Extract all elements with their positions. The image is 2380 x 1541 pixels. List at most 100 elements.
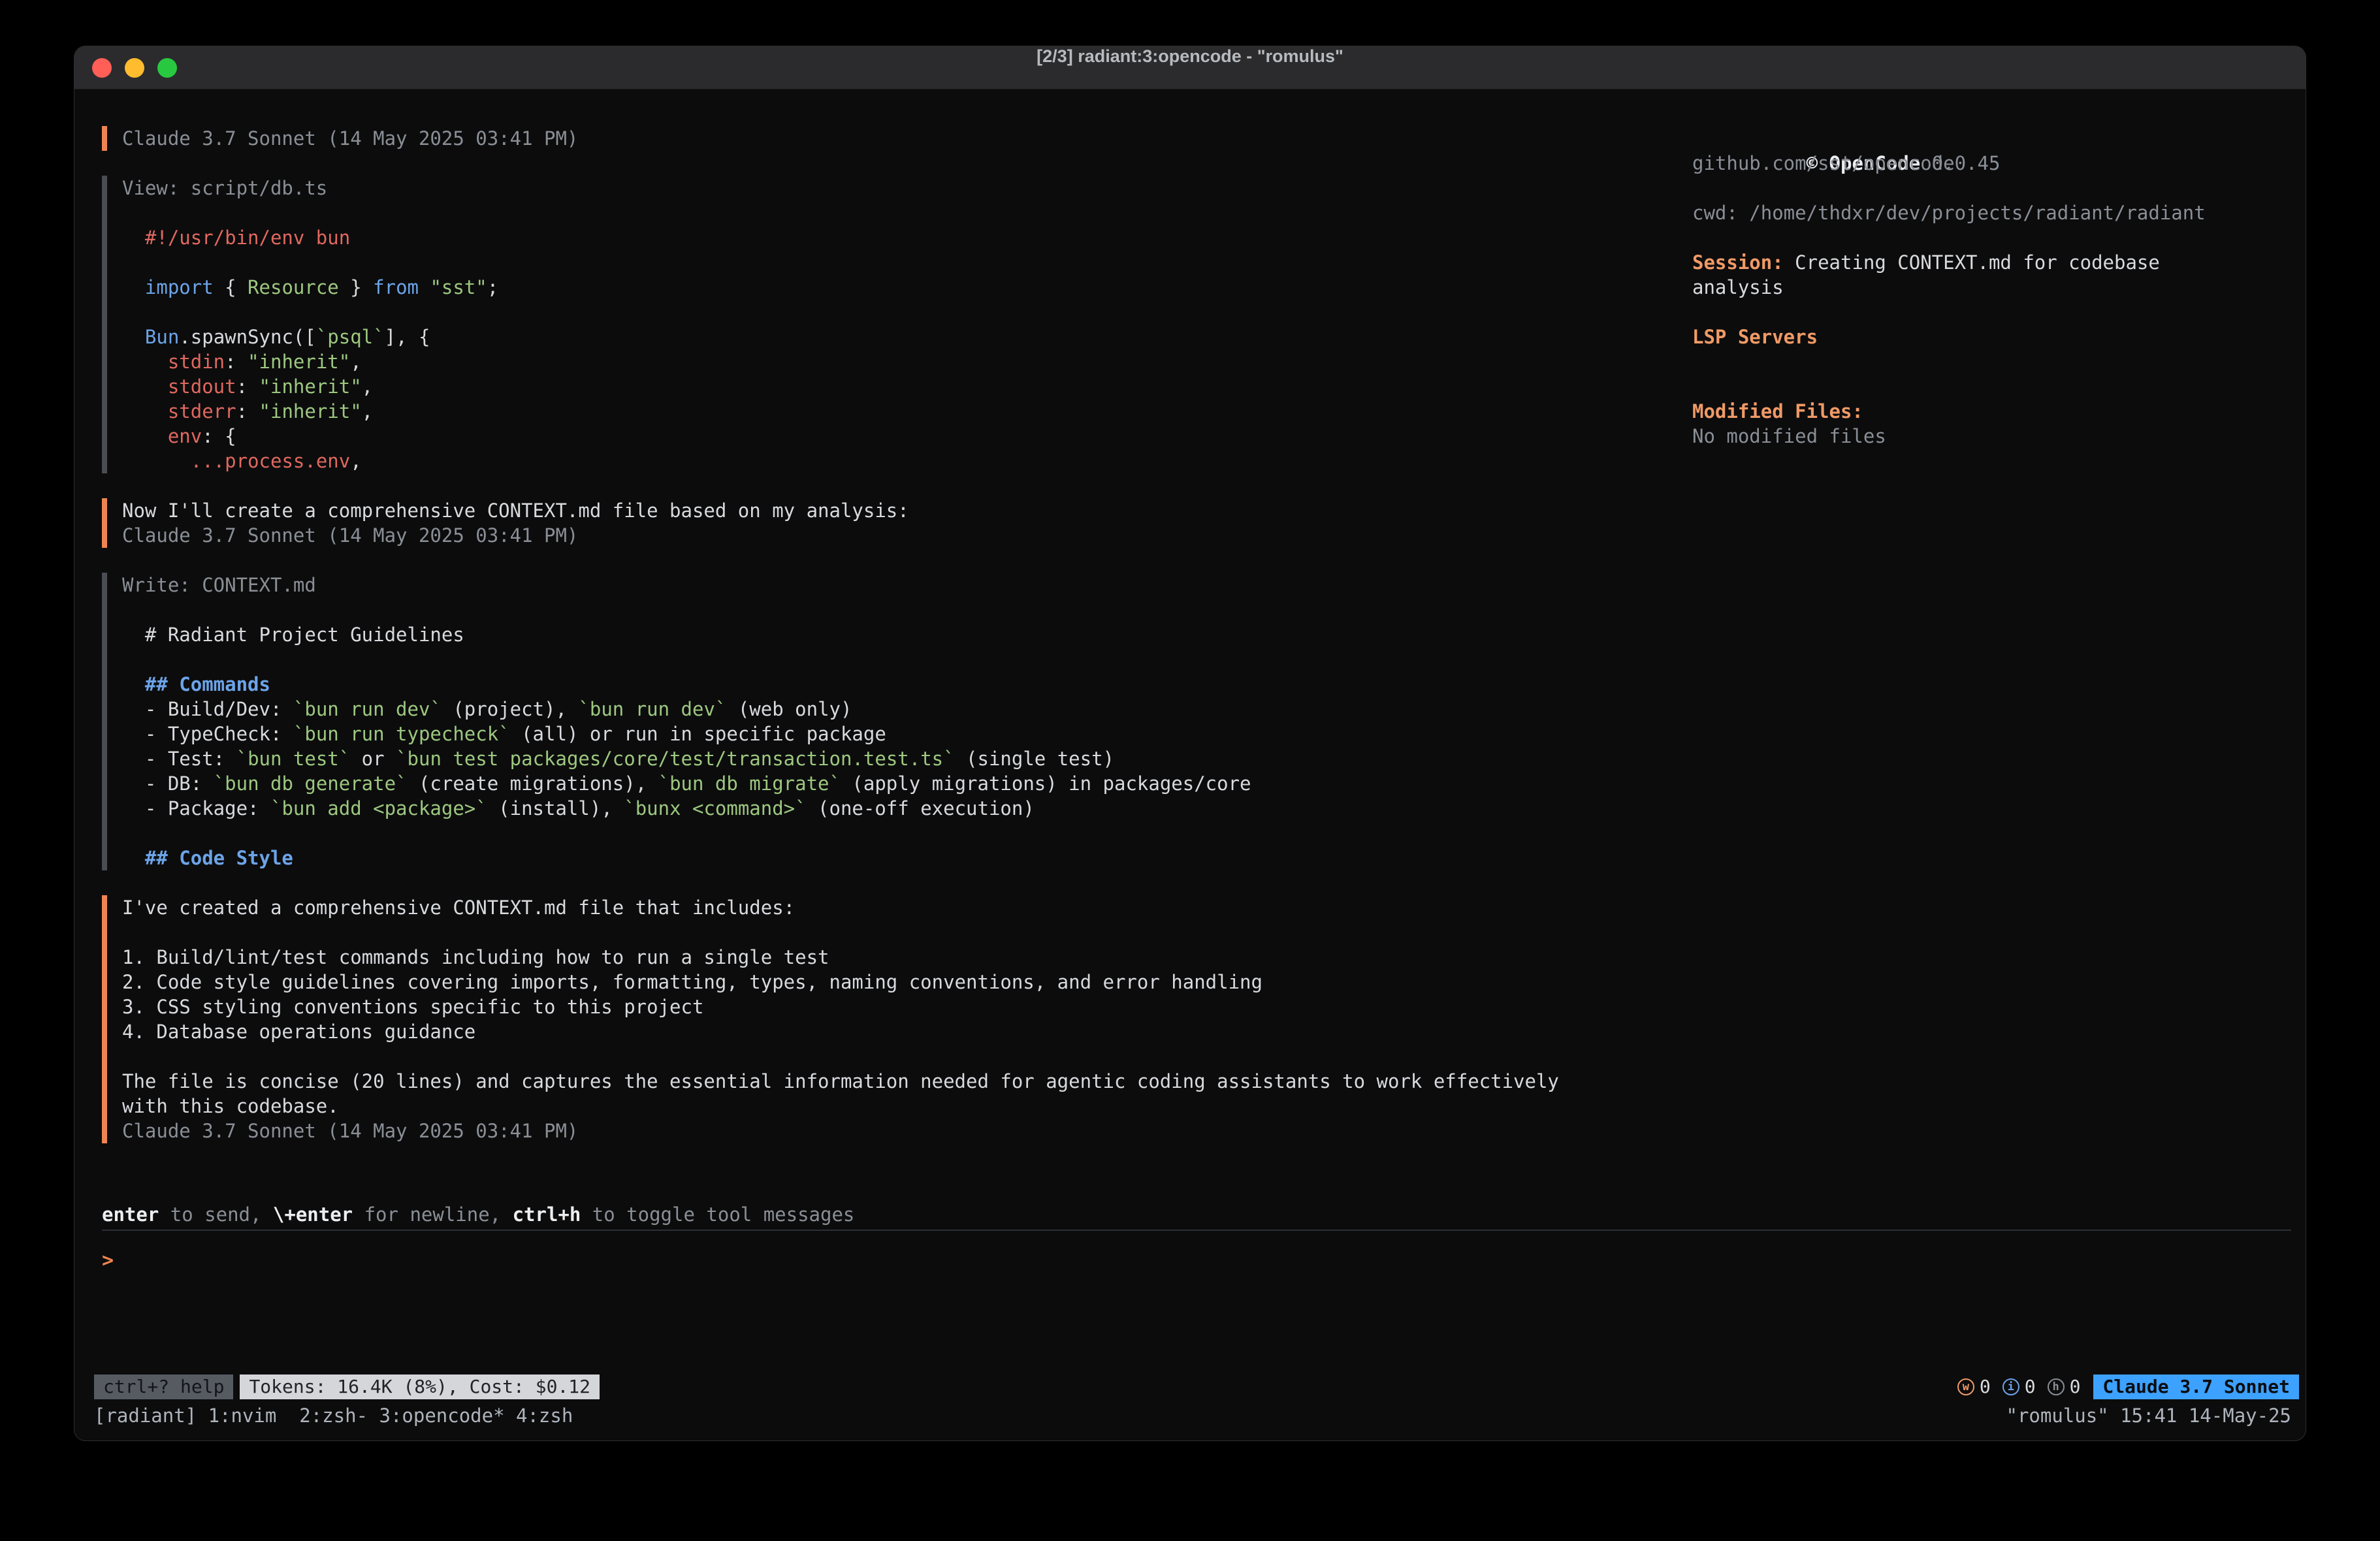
terminal-line (122, 920, 1559, 945)
text-segment: (apply migrations) in packages/core (841, 772, 1251, 795)
prompt-input[interactable]: > (102, 1248, 2291, 1273)
text-segment: stderr (168, 400, 236, 422)
warning-count: 0 (1980, 1374, 1991, 1399)
text-segment: \+enter (273, 1203, 353, 1226)
text-segment: `bun db generate` (214, 772, 408, 795)
text-segment (419, 276, 430, 298)
terminal-line (122, 200, 1559, 225)
text-segment: `bun db migrate` (658, 772, 841, 795)
close-window-button[interactable] (92, 58, 112, 78)
info-count: 0 (2025, 1374, 2036, 1399)
text-segment: { (214, 276, 248, 298)
input-separator (102, 1230, 2291, 1231)
terminal-line (122, 647, 1559, 672)
text-segment: or (350, 748, 396, 770)
terminal-line: enter to send, \+enter for newline, ctrl… (102, 1202, 854, 1227)
text-segment: `bun run dev` (578, 698, 726, 720)
text-segment (122, 450, 191, 472)
text-segment: } (339, 276, 373, 298)
terminal-line: Modified Files: (1692, 399, 2267, 424)
zoom-window-button[interactable] (157, 58, 177, 78)
text-segment: LSP Servers (1692, 326, 1818, 348)
terminal-content: Claude 3.7 Sonnet (14 May 2025 03:41 PM)… (74, 90, 2306, 1440)
window-title: [2/3] radiant:3:opencode - "romulus" (74, 46, 2306, 67)
terminal-line: #!/usr/bin/env bun (122, 225, 1559, 250)
status-bar: ctrl+? help Tokens: 16.4K (8%), Cost: $0… (94, 1374, 2299, 1400)
terminal-line: The file is concise (20 lines) and captu… (122, 1069, 1559, 1094)
text-segment: Creating CONTEXT.md for codebase (1784, 251, 2160, 274)
terminal-line (122, 300, 1559, 325)
text-segment: : (225, 351, 248, 373)
keybind-help-line: enter to send, \+enter for newline, ctrl… (102, 1202, 854, 1227)
text-segment: `bun run dev` (293, 698, 442, 720)
tmux-host-clock: "romulus" 15:41 14-May-25 (2006, 1403, 2292, 1428)
terminal-line: 3. CSS styling conventions specific to t… (122, 994, 1559, 1019)
text-segment: stdout (168, 375, 236, 398)
terminal-line: - TypeCheck: `bun run typecheck` (all) o… (122, 722, 1559, 746)
text-segment: `bun test` (236, 748, 351, 770)
terminal-line: No modified files (1692, 424, 2267, 449)
terminal-line: - Package: `bun add <package>` (install)… (122, 796, 1559, 821)
text-segment: to send, (159, 1203, 273, 1226)
text-segment: , (350, 351, 361, 373)
terminal-line: env: { (122, 424, 1559, 449)
diagnostic-info: i 0 (2002, 1374, 2036, 1399)
terminal-line (1692, 349, 2267, 374)
text-segment: # Radiant Project Guidelines (122, 624, 464, 646)
terminal-line: ...process.env, (122, 449, 1559, 473)
text-segment: - Test: (122, 748, 236, 770)
text-segment: "inherit" (259, 375, 362, 398)
text-segment: (single test) (955, 748, 1114, 770)
terminal-line: stdin: "inherit", (122, 349, 1559, 374)
text-segment: `bun add <package>` (270, 797, 487, 819)
text-segment: ...process.env (191, 450, 350, 472)
terminal-line: import { Resource } from "sst"; (122, 275, 1559, 300)
text-segment (122, 326, 145, 348)
text-segment: Claude 3.7 Sonnet (14 May 2025 03:41 PM) (122, 1120, 578, 1142)
terminal-line (122, 597, 1559, 622)
sidebar: © OpenCode 0.0.45 github.com/sst/opencod… (1692, 126, 2267, 449)
warning-icon: w (1957, 1378, 1974, 1395)
terminal-line: Bun.spawnSync([`psql`], { (122, 325, 1559, 349)
text-segment: for newline, (353, 1203, 512, 1226)
hint-count: 0 (2070, 1374, 2081, 1399)
hint-icon: h (2048, 1378, 2065, 1395)
terminal-line: Claude 3.7 Sonnet (14 May 2025 03:41 PM) (122, 1119, 1559, 1143)
text-segment (122, 375, 168, 398)
text-segment: 1. Build/lint/test commands including ho… (122, 946, 829, 968)
terminal-line: View: script/db.ts (122, 176, 1559, 200)
terminal-line: Session: Creating CONTEXT.md for codebas… (1692, 250, 2267, 275)
text-segment: I've created a comprehensive CONTEXT.md … (122, 897, 795, 919)
text-segment: - DB: (122, 772, 214, 795)
text-segment: .spawnSync([ (179, 326, 316, 348)
desktop-background: [2/3] radiant:3:opencode - "romulus" Cla… (0, 0, 2380, 1541)
text-segment: (install), (487, 797, 624, 819)
tmux-windows-list: [radiant] 1:nvim 2:zsh- 3:opencode* 4:zs… (94, 1403, 573, 1428)
minimize-window-button[interactable] (125, 58, 144, 78)
diagnostic-warnings: w 0 (1957, 1374, 1991, 1399)
text-segment: "inherit" (259, 400, 362, 422)
text-segment: (all) or run in specific package (510, 723, 886, 745)
text-segment: : { (202, 425, 236, 447)
diagnostic-hints: h 0 (2048, 1374, 2081, 1399)
terminal-line: stderr: "inherit", (122, 399, 1559, 424)
text-segment: `bun run typecheck` (293, 723, 510, 745)
terminal-line: - Build/Dev: `bun run dev` (project), `b… (122, 697, 1559, 722)
text-segment: `psql` (316, 326, 385, 348)
terminal-line: I've created a comprehensive CONTEXT.md … (122, 895, 1559, 920)
terminal-line: cwd: /home/thdxr/dev/projects/radiant/ra… (1692, 200, 2267, 225)
window-titlebar[interactable]: [2/3] radiant:3:opencode - "romulus" (74, 46, 2306, 89)
text-segment: Bun (145, 326, 179, 348)
text-segment: ## Code Style (122, 847, 293, 869)
text-segment: "sst" (430, 276, 487, 298)
text-segment: (one-off execution) (807, 797, 1035, 819)
text-segment: Claude 3.7 Sonnet (14 May 2025 03:41 PM) (122, 127, 578, 150)
text-segment (122, 276, 145, 298)
text-segment: The file is concise (20 lines) and captu… (122, 1070, 1559, 1092)
terminal-line: Now I'll create a comprehensive CONTEXT.… (122, 498, 1559, 523)
terminal-line: # Radiant Project Guidelines (122, 622, 1559, 647)
tool-write-block: Write: CONTEXT.md # Radiant Project Guid… (102, 573, 1559, 870)
text-segment: Session: (1692, 251, 1784, 274)
terminal-line: 4. Database operations guidance (122, 1019, 1559, 1044)
text-segment: enter (102, 1203, 159, 1226)
